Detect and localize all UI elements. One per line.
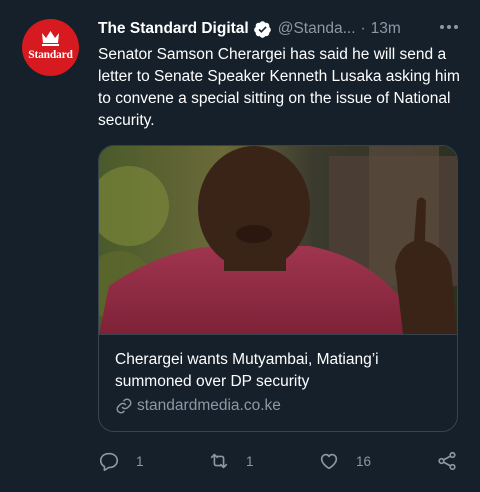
link-card[interactable]: Cherargei wants Mutyambai, Matiang’i sum… — [98, 145, 458, 432]
timestamp[interactable]: 13m — [371, 20, 401, 38]
retweet-count: 1 — [246, 453, 254, 469]
display-name[interactable]: The Standard Digital — [98, 20, 249, 38]
more-icon[interactable] — [438, 16, 460, 38]
crest-icon — [42, 31, 59, 46]
separator-dot: · — [360, 20, 366, 37]
card-body: Cherargei wants Mutyambai, Matiang’i sum… — [99, 334, 457, 431]
link-icon — [116, 398, 132, 414]
handle[interactable]: @Standa... — [278, 20, 356, 38]
like-icon — [320, 453, 338, 470]
like-button[interactable]: 16 — [318, 447, 371, 475]
reply-icon — [99, 452, 119, 471]
like-count: 16 — [356, 453, 372, 469]
reply-button[interactable]: 1 — [98, 447, 144, 475]
tweet-header: The Standard Digital @Standa... · 13m — [98, 18, 460, 40]
card-title[interactable]: Cherargei wants Mutyambai, Matiang’i sum… — [115, 349, 445, 393]
retweet-button[interactable]: 1 — [208, 447, 254, 475]
retweet-icon — [210, 453, 228, 469]
share-button[interactable] — [436, 447, 458, 475]
tweet[interactable]: Standard The Standard Digital @Standa...… — [0, 0, 480, 492]
action-bar: 1 1 16 — [98, 447, 462, 475]
avatar[interactable]: Standard — [22, 19, 79, 76]
tweet-text: Senator Samson Cherargei has said he wil… — [98, 46, 460, 129]
reply-count: 1 — [136, 453, 144, 469]
card-domain[interactable]: standardmedia.co.ke — [115, 397, 281, 415]
avatar-logo-text: Standard — [28, 49, 73, 61]
verified-badge-icon — [253, 20, 271, 38]
card-image — [99, 146, 457, 334]
share-icon — [438, 451, 456, 471]
card-domain-text: standardmedia.co.ke — [137, 397, 281, 414]
